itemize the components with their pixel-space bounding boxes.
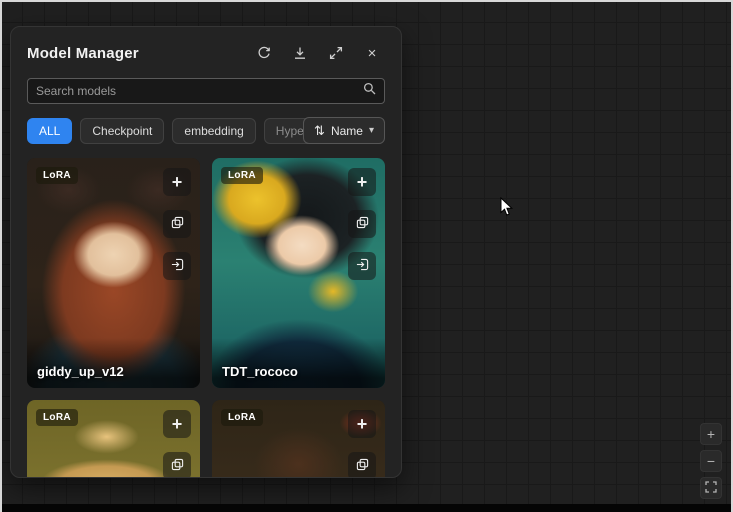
search-box[interactable] [27,78,385,104]
model-name: TDT_rococo [212,338,385,388]
model-card[interactable]: LoRA + TDT_roco [212,158,385,388]
add-model-button[interactable]: + [348,410,376,438]
filter-chip-all[interactable]: ALL [27,118,72,144]
copy-icon [356,458,369,474]
fit-view-icon [705,481,717,495]
model-type-badge: LoRA [221,409,263,426]
sort-icon: ⇅ [314,123,325,139]
copy-model-button[interactable] [348,452,376,478]
sort-label: Name [331,124,363,138]
expand-button[interactable] [321,40,351,66]
panel-title: Model Manager [27,45,243,62]
zoom-out-button[interactable]: − [700,450,722,472]
model-card-grid: LoRA + giddy_up [27,158,385,478]
model-manager-panel: Model Manager [10,26,402,478]
model-card[interactable]: LoRA + giddy_up [27,158,200,388]
fit-view-button[interactable] [700,477,722,499]
sort-dropdown[interactable]: ⇅ Name ▾ [303,117,385,144]
search-icon [363,82,376,100]
mouse-cursor [500,197,514,222]
filter-bar: ALL Checkpoint embedding Hype ⇅ Name ▾ [27,117,385,144]
chevron-down-icon: ▾ [369,125,374,136]
model-type-badge: LoRA [36,409,78,426]
download-button[interactable] [285,40,315,66]
panel-header: Model Manager [11,27,401,74]
refresh-icon [257,46,271,60]
filter-chip-checkpoint[interactable]: Checkpoint [80,118,164,144]
model-type-badge: LoRA [221,167,263,184]
zoom-in-button[interactable]: + [700,423,722,445]
app-canvas[interactable]: { "colors": { "accent": "#2F84F0", "pane… [0,0,733,512]
download-icon [293,46,307,60]
filter-chip-embedding[interactable]: embedding [172,118,255,144]
canvas-zoom-controls: + − [700,423,722,499]
add-model-button[interactable]: + [163,168,191,196]
copy-model-button[interactable] [163,452,191,478]
expand-icon [329,46,343,60]
copy-icon [356,216,369,232]
model-type-badge: LoRA [36,167,78,184]
copy-icon [171,216,184,232]
window-bottom-edge [0,504,733,512]
close-button[interactable]: × [357,40,387,66]
add-model-button[interactable]: + [348,168,376,196]
load-model-button[interactable] [163,252,191,280]
import-icon [356,258,369,274]
copy-model-button[interactable] [163,210,191,238]
model-name: giddy_up_v12 [27,338,200,388]
close-icon: × [368,45,377,62]
import-icon [171,258,184,274]
search-input[interactable] [36,84,363,98]
copy-model-button[interactable] [348,210,376,238]
load-model-button[interactable] [348,252,376,280]
model-card[interactable]: LoRA + [27,400,200,478]
refresh-button[interactable] [249,40,279,66]
copy-icon [171,458,184,474]
add-model-button[interactable]: + [163,410,191,438]
model-card[interactable]: LoRA + [212,400,385,478]
